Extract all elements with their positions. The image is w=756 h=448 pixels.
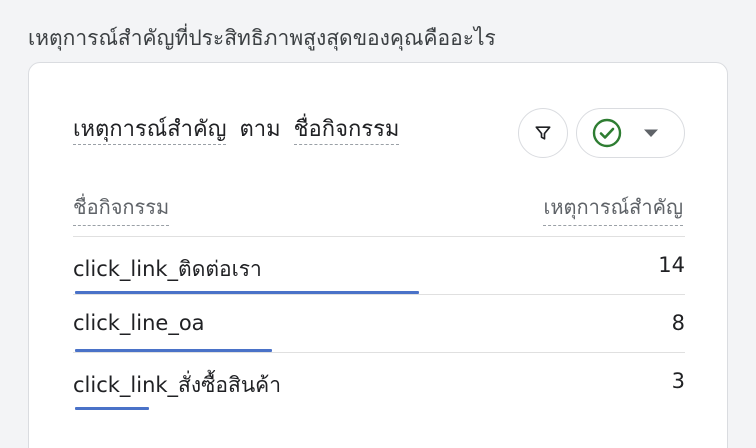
table-row[interactable]: click_link_สั่งซื้อสินค้า 3 bbox=[73, 352, 685, 410]
event-value: 3 bbox=[671, 369, 685, 393]
filter-icon bbox=[535, 126, 551, 140]
check-circle-icon bbox=[592, 118, 622, 148]
value-bar bbox=[75, 407, 149, 410]
event-name: click_link_ติดต่อเรา bbox=[73, 257, 262, 281]
table-row[interactable]: click_link_ติดต่อเรา 14 bbox=[73, 236, 685, 294]
card-title: เหตุการณ์สำคัญ ตาม ชื่อกิจกรรม bbox=[73, 111, 400, 146]
filter-button[interactable] bbox=[518, 108, 568, 158]
table-row[interactable]: click_line_oa 8 bbox=[73, 294, 685, 352]
event-name: click_link_สั่งซื้อสินค้า bbox=[73, 373, 282, 397]
event-value: 14 bbox=[658, 253, 685, 277]
events-table: click_link_ติดต่อเรา 14 click_line_oa 8 … bbox=[73, 236, 685, 410]
event-value: 8 bbox=[671, 311, 685, 335]
title-by-label: ตาม bbox=[239, 117, 281, 142]
comparison-button[interactable] bbox=[576, 108, 685, 158]
caret-down-icon bbox=[644, 129, 658, 137]
page-heading: เหตุการณ์สำคัญที่ประสิทธิภาพสูงสุดของคุณ… bbox=[28, 26, 496, 50]
column-header-event-name[interactable]: ชื่อกิจกรรม bbox=[73, 191, 170, 226]
dimension-selector[interactable]: ชื่อกิจกรรม bbox=[293, 117, 400, 145]
key-events-card: เหตุการณ์สำคัญ ตาม ชื่อกิจกรรม ชื่อกิจกร… bbox=[28, 62, 728, 448]
metric-selector[interactable]: เหตุการณ์สำคัญ bbox=[73, 117, 227, 145]
event-name: click_line_oa bbox=[73, 311, 205, 335]
page: เหตุการณ์สำคัญที่ประสิทธิภาพสูงสุดของคุณ… bbox=[0, 0, 756, 448]
column-header-key-events[interactable]: เหตุการณ์สำคัญ bbox=[543, 191, 683, 226]
